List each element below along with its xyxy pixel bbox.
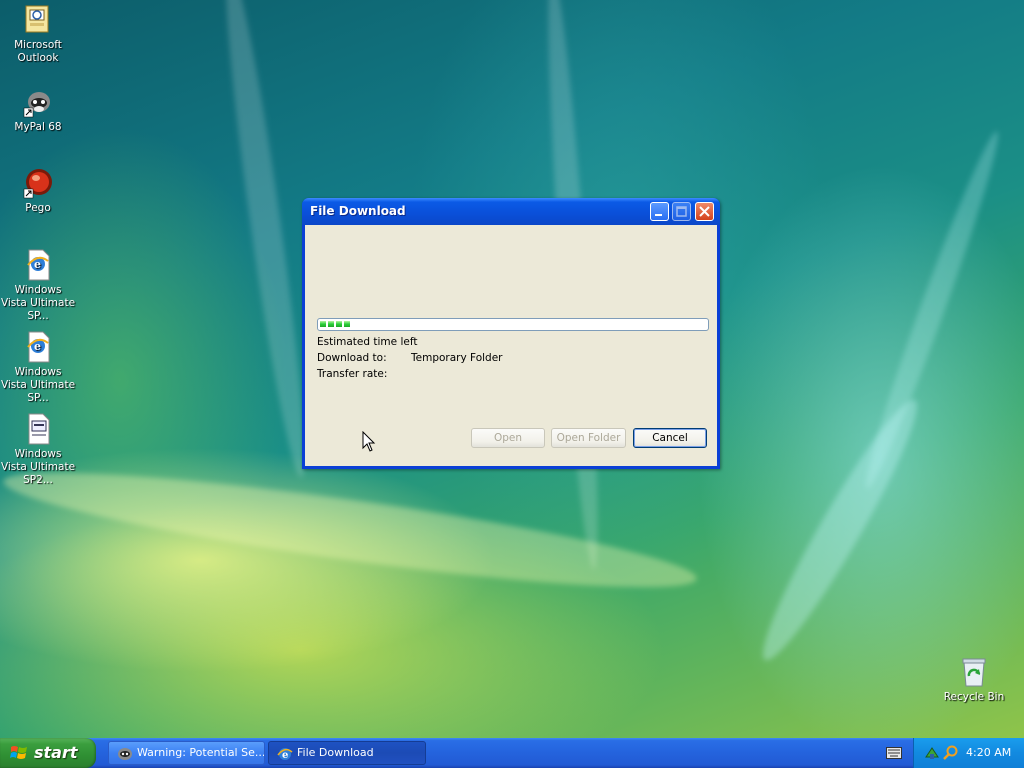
clock[interactable]: 4:20 AM [966,746,1011,759]
close-icon [696,203,713,220]
internet-explorer-icon: e [277,746,293,762]
desktop-icon-windows-vista-1[interactable]: e Windows Vista Ultimate SP... [0,249,76,323]
wallpaper-streak [747,390,933,670]
desktop-icon-windows-vista-2[interactable]: e Windows Vista Ultimate SP... [0,331,76,405]
internet-document-icon: e [22,331,54,363]
open-button[interactable]: Open [471,428,545,448]
desktop-icon-label: Recycle Bin [943,691,1005,703]
estimated-time-label: Estimated time left [317,336,418,348]
desktop-icon-mypal-68[interactable]: MyPal 68 [0,86,76,134]
open-folder-button[interactable]: Open Folder [551,428,626,448]
file-document-icon [22,413,54,445]
desktop-icon-label: Pego [25,202,51,214]
magnifier-icon[interactable] [943,745,959,761]
download-to-label: Download to: [317,352,387,364]
download-progress-bar [317,318,709,331]
progress-chunk [328,321,334,327]
taskbar-item-file-download[interactable]: e File Download [268,741,426,765]
transfer-rate-label: Transfer rate: [317,368,388,380]
desktop-icon-label: Microsoft Outlook [14,39,62,64]
windows-flag-icon [10,744,28,762]
desktop-icon-label: Windows Vista Ultimate SP... [0,284,76,322]
keyboard-icon[interactable] [886,747,902,759]
mouse-cursor-icon [362,430,376,453]
progress-chunk [320,321,326,327]
desktop: Microsoft Outlook MyPal 68 Pego e Window… [0,0,1024,738]
dialog-body: Estimated time left Download to: Tempora… [305,225,717,466]
dialog-titlebar[interactable]: File Download [302,198,720,225]
svg-text:e: e [282,750,288,761]
system-tray: 4:20 AM [913,738,1024,768]
start-label: start [34,743,78,762]
minimize-icon [651,203,668,220]
outlook-icon [22,4,54,36]
desktop-icon-pego[interactable]: Pego [0,167,76,215]
maximize-icon [673,203,690,220]
cancel-button[interactable]: Cancel [633,428,707,448]
progress-chunk [336,321,342,327]
taskbar-item-label: File Download [297,746,374,759]
minimize-button[interactable] [650,202,669,221]
close-button[interactable] [695,202,714,221]
network-icon[interactable] [924,745,940,761]
wallpaper-streak [855,127,1009,493]
desktop-icon-label: Windows Vista Ultimate SP... [0,366,76,404]
raccoon-icon [117,746,133,762]
taskbar-item-label: Warning: Potential Se... [137,746,265,759]
recycle-bin-icon [958,656,990,688]
mypal-raccoon-icon [22,86,54,118]
start-button[interactable]: start [0,738,96,768]
internet-document-icon: e [22,249,54,281]
desktop-icon-label: Windows Vista Ultimate SP2... [0,448,76,486]
file-download-dialog: File Download Estimated time left Downlo [302,198,720,469]
progress-chunk [344,321,350,327]
taskbar-item-warning[interactable]: Warning: Potential Se... [108,741,265,765]
maximize-button[interactable] [672,202,691,221]
dialog-title: File Download [310,204,406,218]
desktop-icon-recycle-bin[interactable]: Recycle Bin [936,656,1012,704]
pego-icon [22,167,54,199]
download-to-value: Temporary Folder [411,352,503,364]
desktop-icon-microsoft-outlook[interactable]: Microsoft Outlook [0,4,76,65]
desktop-icon-windows-vista-3[interactable]: Windows Vista Ultimate SP2... [0,413,76,487]
taskbar: start Warning: Potential Se... e File Do… [0,738,1024,768]
wallpaper-streak [213,0,317,480]
desktop-icon-label: MyPal 68 [14,121,62,133]
